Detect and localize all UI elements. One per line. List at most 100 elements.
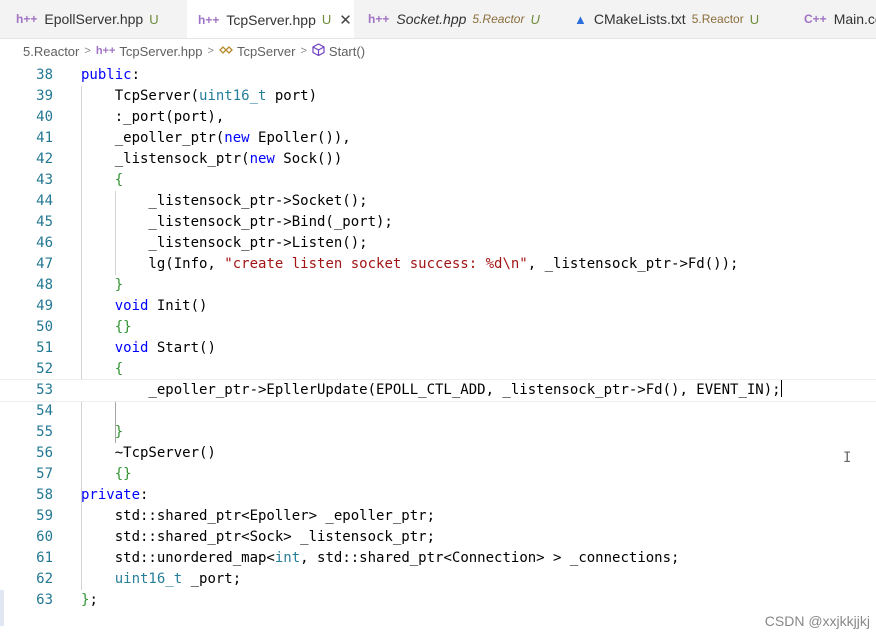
- code-editor[interactable]: 38 public: 39 TcpServer(uint16_t port) 40 :…: [0, 65, 876, 635]
- tab-main-cc[interactable]: C++ Main.cc: [787, 0, 876, 38]
- code-line[interactable]: 55 }: [0, 422, 876, 443]
- code-text[interactable]: _listensock_ptr->Listen();: [81, 233, 367, 254]
- code-text[interactable]: }: [81, 422, 123, 443]
- chevron-right-icon: >: [84, 45, 91, 57]
- line-number: 52: [36, 361, 53, 377]
- watermark: CSDN @xxjkkjjkj: [764, 613, 870, 629]
- code-text[interactable]: std::unordered_map<int, std::shared_ptr<…: [81, 548, 680, 569]
- chevron-right-icon: >: [300, 45, 307, 57]
- code-text[interactable]: _listensock_ptr(new Sock()): [81, 149, 343, 170]
- code-line[interactable]: 50 {}: [0, 317, 876, 338]
- code-text[interactable]: std::shared_ptr<Epoller> _epoller_ptr;: [81, 506, 435, 527]
- code-text[interactable]: void Start(): [81, 338, 216, 359]
- code-line[interactable]: 43 {: [0, 170, 876, 191]
- code-text[interactable]: {}: [81, 464, 132, 485]
- code-line[interactable]: 44 _listensock_ptr->Socket();: [0, 191, 876, 212]
- code-line[interactable]: 57 {}: [0, 464, 876, 485]
- code-line[interactable]: 39 TcpServer(uint16_t port): [0, 86, 876, 107]
- code-line[interactable]: 54: [0, 401, 876, 422]
- breadcrumb-method[interactable]: Start(): [329, 44, 365, 59]
- code-line[interactable]: 48 }: [0, 275, 876, 296]
- code-text[interactable]: :_port(port),: [81, 107, 225, 128]
- code-text[interactable]: TcpServer(uint16_t port): [81, 86, 317, 107]
- code-text[interactable]: _epoller_ptr(new Epoller()),: [81, 128, 351, 149]
- untracked-badge: U: [149, 11, 159, 27]
- code-text[interactable]: };: [81, 590, 98, 611]
- code-text[interactable]: lg(Info, "create listen socket success: …: [81, 254, 738, 275]
- line-number: 40: [36, 109, 53, 125]
- line-number: 53: [36, 382, 53, 398]
- code-line[interactable]: 62 uint16_t _port;: [0, 569, 876, 590]
- line-number: 45: [36, 214, 53, 230]
- code-line[interactable]: 56 ~TcpServer(): [0, 443, 876, 464]
- code-text[interactable]: }: [81, 275, 123, 296]
- tab-label: Socket.hpp: [396, 11, 467, 27]
- untracked-badge: U: [321, 12, 332, 27]
- line-number: 58: [36, 487, 53, 503]
- breadcrumb: 5.Reactor > h++ TcpServer.hpp > TcpServe…: [0, 39, 876, 63]
- cpp-header-file-icon: h++: [95, 45, 116, 57]
- code-line[interactable]: 52 {: [0, 359, 876, 380]
- code-text[interactable]: _listensock_ptr->Bind(_port);: [81, 212, 392, 233]
- class-symbol-icon: [219, 44, 233, 59]
- line-number: 39: [36, 88, 53, 104]
- code-text[interactable]: uint16_t _port;: [81, 569, 241, 590]
- breadcrumb-class[interactable]: TcpServer: [237, 44, 296, 59]
- cpp-header-file-icon: h++: [368, 12, 390, 26]
- code-text[interactable]: _epoller_ptr->EpllerUpdate(EPOLL_CTL_ADD…: [81, 380, 782, 401]
- code-line[interactable]: 49 void Init(): [0, 296, 876, 317]
- line-number: 63: [36, 592, 53, 608]
- code-text[interactable]: _listensock_ptr->Socket();: [81, 191, 367, 212]
- line-number: 42: [36, 151, 53, 167]
- code-line[interactable]: 41 _epoller_ptr(new Epoller()),: [0, 128, 876, 149]
- tab-cmakelists-txt[interactable]: ▲ CMakeLists.txt 5.Reactor U: [562, 0, 786, 38]
- line-number: 38: [36, 67, 53, 83]
- tab-epollserver-hpp[interactable]: h++ EpollServer.hpp U: [0, 0, 186, 38]
- code-text[interactable]: public:: [81, 65, 140, 86]
- cpp-source-file-icon: C++: [804, 12, 827, 26]
- code-text[interactable]: {: [81, 170, 123, 191]
- code-line[interactable]: 59 std::shared_ptr<Epoller> _epoller_ptr…: [0, 506, 876, 527]
- line-number: 49: [36, 298, 53, 314]
- code-line[interactable]: 47 lg(Info, "create listen socket succes…: [0, 254, 876, 275]
- line-number: 44: [36, 193, 53, 209]
- close-icon[interactable]: ✕: [339, 11, 352, 29]
- code-text[interactable]: {: [81, 359, 123, 380]
- cmake-file-icon: ▲: [574, 11, 587, 27]
- method-symbol-icon: [312, 43, 325, 59]
- line-number: 61: [36, 550, 53, 566]
- code-line[interactable]: 46 _listensock_ptr->Listen();: [0, 233, 876, 254]
- line-number: 41: [36, 130, 53, 146]
- code-line[interactable]: 60 std::shared_ptr<Sock> _listensock_ptr…: [0, 527, 876, 548]
- code-text[interactable]: private:: [81, 485, 148, 506]
- line-number: 59: [36, 508, 53, 524]
- code-line[interactable]: 61 std::unordered_map<int, std::shared_p…: [0, 548, 876, 569]
- code-line[interactable]: 42 _listensock_ptr(new Sock()): [0, 149, 876, 170]
- code-line[interactable]: 40 :_port(port),: [0, 107, 876, 128]
- code-text[interactable]: void Init(): [81, 296, 208, 317]
- tab-label: Main.cc: [833, 11, 876, 27]
- line-number: 47: [36, 256, 53, 272]
- line-number: 56: [36, 445, 53, 461]
- tab-socket-hpp[interactable]: h++ Socket.hpp 5.Reactor U: [355, 0, 561, 38]
- code-text[interactable]: {}: [81, 317, 132, 338]
- code-line[interactable]: 58 private:: [0, 485, 876, 506]
- editor-tab-bar: h++ EpollServer.hpp U h++ TcpServer.hpp …: [0, 0, 876, 39]
- line-number: 48: [36, 277, 53, 293]
- code-text[interactable]: ~TcpServer(): [81, 443, 216, 464]
- cpp-header-file-icon: h++: [16, 12, 38, 26]
- tab-label: TcpServer.hpp: [226, 11, 316, 28]
- chevron-right-icon: >: [207, 45, 214, 57]
- line-number: 60: [36, 529, 53, 545]
- breadcrumb-folder[interactable]: 5.Reactor: [23, 44, 79, 59]
- tab-folder-hint: 5.Reactor: [472, 12, 525, 26]
- untracked-badge: U: [530, 11, 540, 27]
- code-line[interactable]: 53 _epoller_ptr->EpllerUpdate(EPOLL_CTL_…: [0, 379, 876, 402]
- code-line[interactable]: 63};: [0, 590, 876, 611]
- breadcrumb-file[interactable]: TcpServer.hpp: [119, 44, 202, 59]
- tab-tcpserver-hpp[interactable]: h++ TcpServer.hpp U ✕: [187, 0, 354, 38]
- code-line[interactable]: 45 _listensock_ptr->Bind(_port);: [0, 212, 876, 233]
- code-line[interactable]: 38 public:: [0, 65, 876, 86]
- code-text[interactable]: std::shared_ptr<Sock> _listensock_ptr;: [81, 527, 435, 548]
- code-line[interactable]: 51 void Start(): [0, 338, 876, 359]
